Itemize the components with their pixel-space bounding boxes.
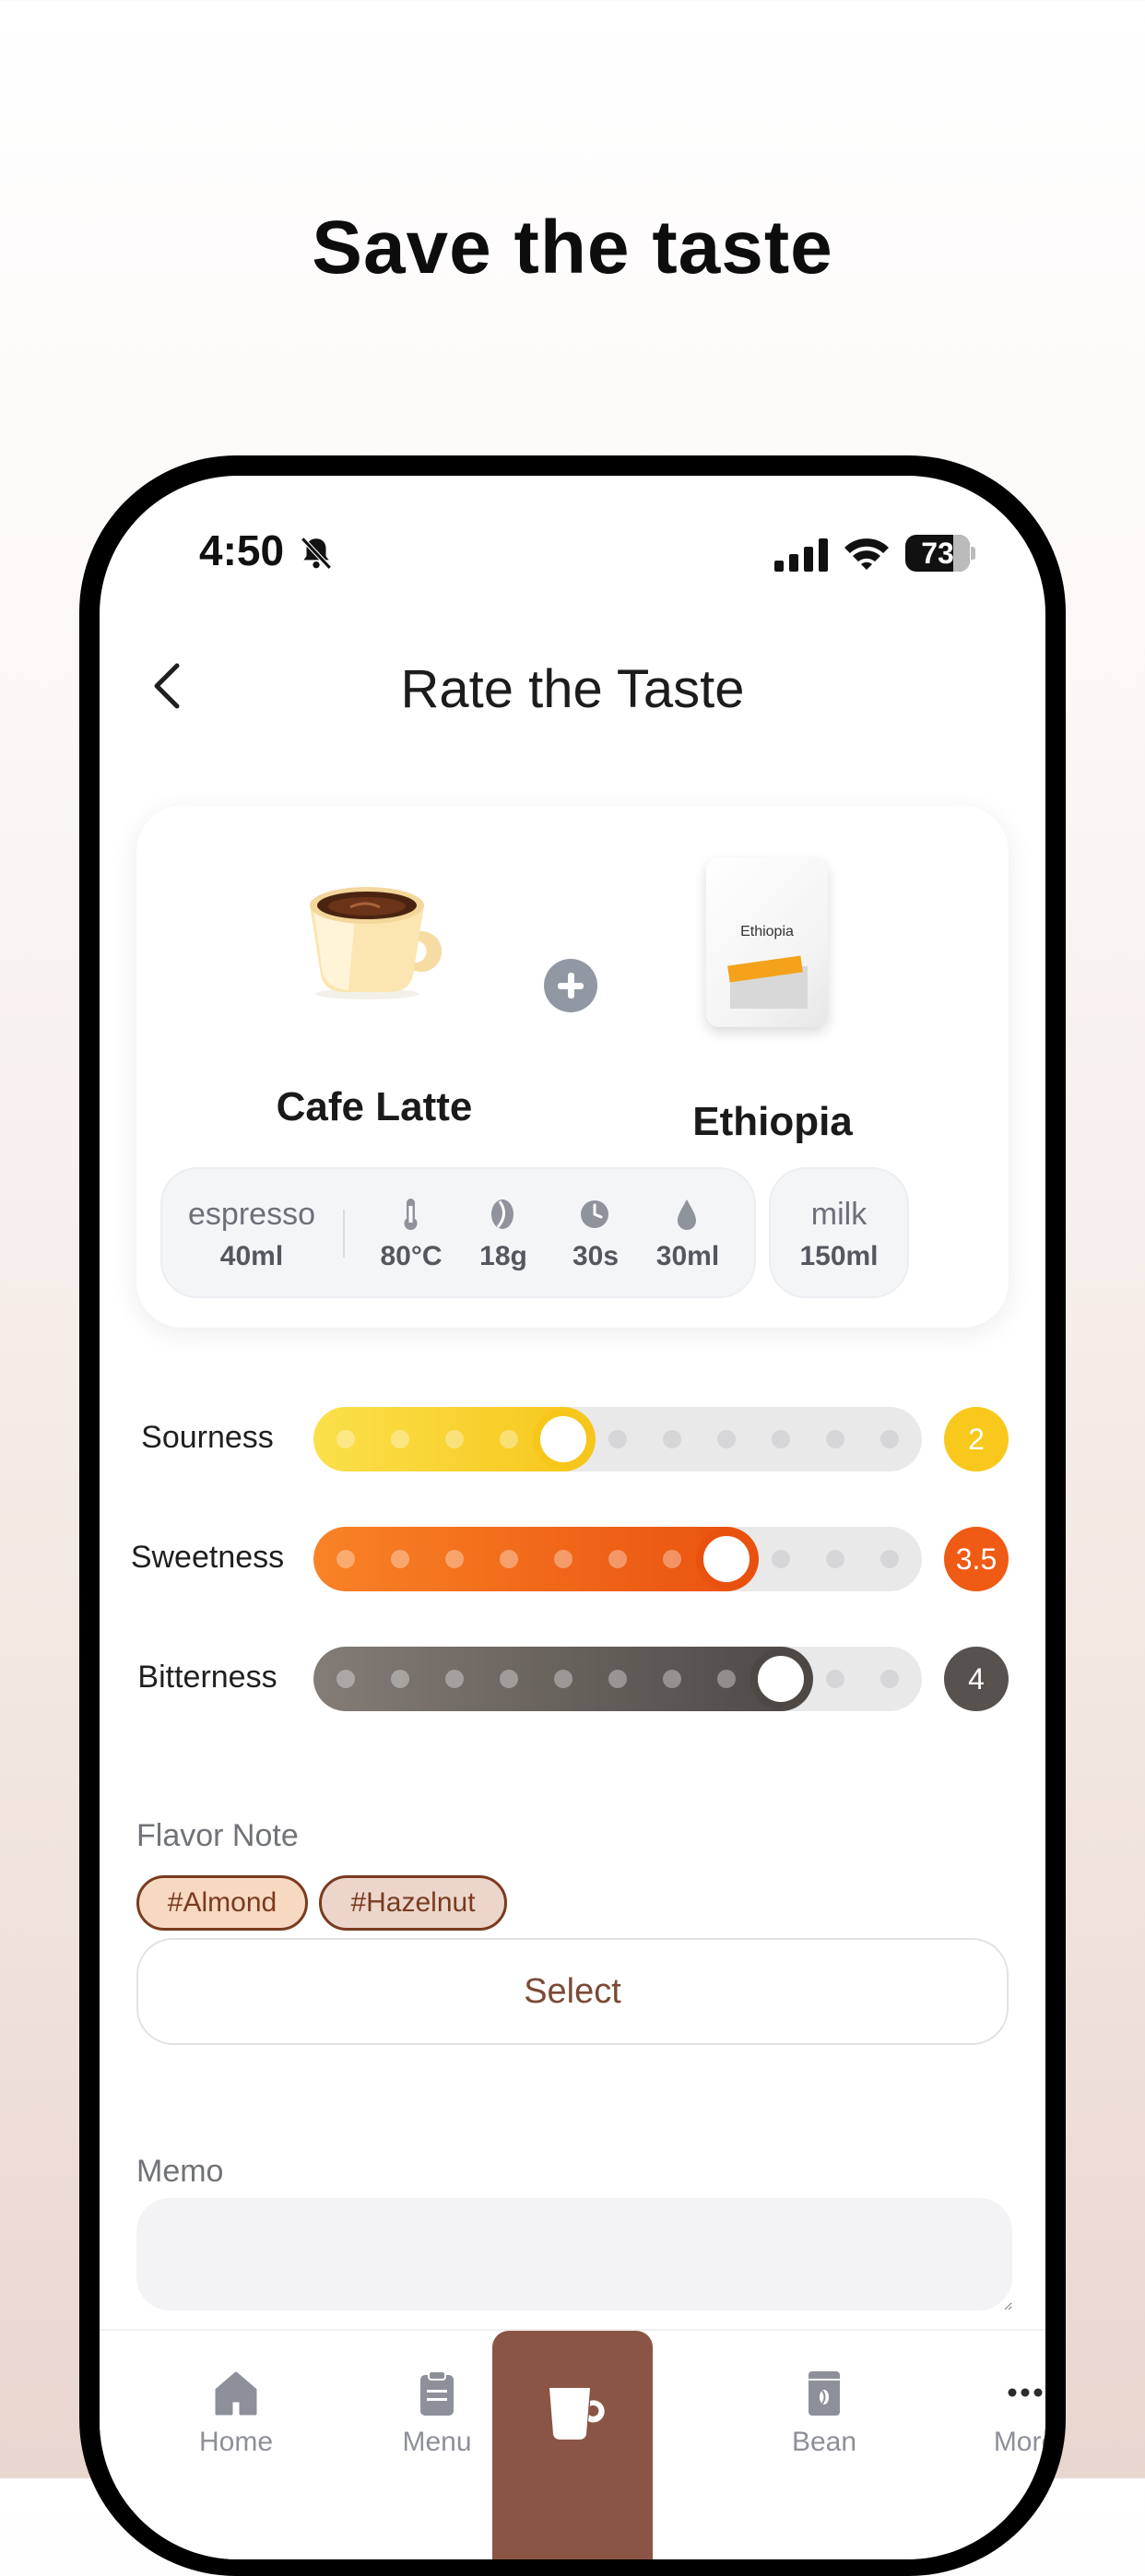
cellular-signal-icon [774,538,828,572]
slider-step-dot [445,1430,464,1448]
tab-brew[interactable] [492,2331,653,2559]
flavor-tag-almond[interactable]: #Almond [136,1875,308,1931]
slider-step-dot [608,1550,627,1568]
milk-summary: milk 150ml [769,1167,909,1298]
slider-step-dot [880,1550,899,1568]
slider-step-dot [391,1670,409,1688]
bottom-tab-bar: Home Menu Bean Mor [100,2329,1045,2559]
status-time: 4:50 [199,526,285,574]
slider-step-dot [336,1430,355,1448]
memo-input[interactable] [136,2198,1012,2310]
slider-step-dot [826,1670,844,1688]
slider-step-dot [663,1550,681,1568]
bitterness-value-badge: 4 [944,1647,1009,1711]
plus-icon [544,959,597,1012]
sourness-slider-handle[interactable] [533,1409,594,1470]
slider-step-dot [554,1550,572,1568]
slider-step-dot [608,1430,627,1448]
tab-more-label: More [993,2427,1045,2457]
slider-step-dot [826,1550,844,1568]
slider-step-dot [391,1430,409,1448]
espresso-value: 40ml [219,1241,284,1271]
slider-step-dot [554,1670,572,1688]
water-drop-icon [678,1199,696,1230]
espresso-label: espresso [188,1197,315,1232]
wifi-icon [844,538,889,570]
time-value: 30s [572,1241,620,1271]
sweetness-value-badge: 3.5 [944,1527,1009,1591]
slider-step-dot [336,1550,355,1568]
sourness-label: Sourness [141,1420,274,1455]
battery-indicator: 73 [905,535,975,572]
water-value: 30ml [655,1241,720,1271]
bean-bag-icon [809,2371,840,2416]
tab-menu-label: Menu [402,2427,472,2457]
latte-cup-icon [310,887,443,999]
silent-bell-icon [301,537,332,570]
slider-step-dot [445,1670,464,1688]
flavor-tag-hazelnut[interactable]: #Hazelnut [319,1875,507,1931]
more-dots-icon [1008,2388,1043,2397]
brew-summary-card: Ethiopia Cafe Latte Ethiopia espresso 40… [136,806,1009,1328]
slider-step-dot [608,1670,627,1688]
flavor-note-label: Flavor Note [136,1818,299,1853]
tab-home[interactable]: Home [162,2368,310,2458]
milk-value: 150ml [799,1241,879,1271]
slider-step-dot [500,1670,518,1688]
phone-frame: 4:50 73 Rate the Taste Ethiopia Cafe Lat… [79,455,1066,2576]
sweetness-slider-fill [313,1527,759,1591]
slider-step-dot [826,1430,844,1448]
bitterness-label: Bitterness [137,1660,277,1695]
slider-step-dot [772,1550,790,1568]
dose-value: 18g [479,1241,527,1271]
slider-step-dot [663,1670,681,1688]
page-title: Rate the Taste [400,659,745,719]
phone-screen: 4:50 73 Rate the Taste Ethiopia Cafe Lat… [100,476,1045,2559]
bag-label: Ethiopia [740,924,794,939]
recipe-summary: espresso 40ml 80°C 18g 30s 30ml [160,1167,756,1298]
tab-more[interactable]: More [951,2368,1045,2458]
slider-step-dot [391,1550,409,1568]
sourness-slider[interactable] [313,1407,922,1471]
tab-menu[interactable]: Menu [363,2368,511,2458]
tab-bean-label: Bean [791,2427,857,2457]
memo-label: Memo [136,2154,224,2189]
sweetness-label: Sweetness [130,1540,285,1575]
coffee-bag-image: Ethiopia [706,857,830,1029]
slider-step-dot [717,1430,736,1448]
coffee-cup-icon [549,2388,605,2440]
slider-step-dot [336,1670,355,1688]
sweetness-slider[interactable] [313,1527,922,1591]
select-flavor-button[interactable]: Select [136,1938,1009,2045]
slider-step-dot [717,1670,736,1688]
bean-name: Ethiopia [692,1099,853,1144]
slider-step-dot [445,1550,464,1568]
clipboard-icon [420,2370,454,2416]
temperature-value: 80°C [380,1241,443,1271]
tab-home-label: Home [198,2427,274,2457]
clock-icon [581,1200,608,1228]
sweetness-slider-handle[interactable] [696,1529,757,1589]
battery-percent: 73 [921,537,954,570]
status-bar: 4:50 73 [100,526,1045,590]
slider-step-dot [500,1550,518,1568]
thermometer-icon [404,1199,418,1230]
bitterness-slider[interactable] [313,1647,922,1711]
slider-step-dot [772,1430,790,1448]
milk-label: milk [810,1197,868,1232]
sourness-value-badge: 2 [944,1407,1009,1471]
bitterness-slider-handle[interactable] [750,1648,811,1709]
slider-step-dot [880,1670,899,1688]
coffee-bean-icon [491,1199,513,1229]
tab-bean[interactable]: Bean [750,2368,898,2458]
home-icon [215,2371,257,2416]
slider-step-dot [880,1430,899,1448]
slider-step-dot [663,1430,681,1448]
slider-step-dot [500,1430,518,1448]
headline: Save the taste [312,206,833,290]
drink-name: Cafe Latte [276,1084,473,1129]
